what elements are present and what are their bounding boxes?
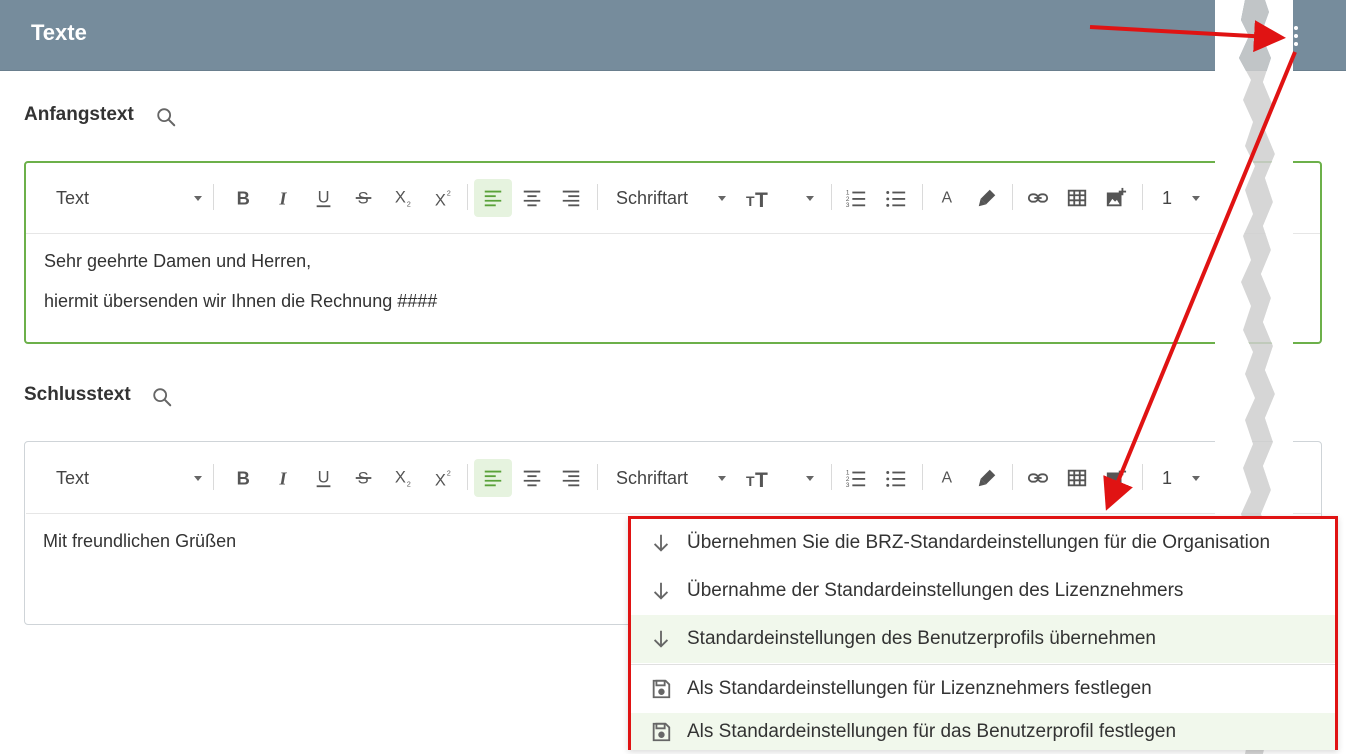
svg-text:T: T [755, 189, 768, 210]
highlight-icon[interactable] [969, 459, 1005, 497]
svg-text:B: B [237, 467, 250, 488]
menu-item-apply-profile-defaults[interactable]: Standardeinstellungen des Benutzerprofil… [631, 615, 1335, 663]
svg-text:3: 3 [846, 202, 850, 209]
arrow-down-icon [649, 579, 673, 603]
link-icon[interactable] [1020, 459, 1056, 497]
link-icon[interactable] [1020, 179, 1056, 217]
search-icon[interactable] [151, 386, 173, 408]
align-right-icon[interactable] [553, 459, 589, 497]
strikethrough-icon[interactable]: S [346, 179, 382, 217]
block-format-dropdown[interactable]: Text [46, 459, 206, 497]
panel-title: Texte [31, 20, 87, 45]
ordered-list-icon[interactable]: 123 [838, 459, 874, 497]
block-format-dropdown[interactable]: Text [46, 179, 206, 217]
superscript-icon[interactable]: X2 [426, 459, 462, 497]
editor-content-line: Mit freundlichen Grüßen [43, 531, 237, 551]
ordered-list-icon[interactable]: 123 [838, 179, 874, 217]
svg-text:U: U [318, 469, 330, 487]
panel-header: Texte [0, 0, 1346, 71]
editor-anfangstext[interactable]: Text B I U S X2 X2 [24, 161, 1322, 344]
align-center-icon[interactable] [514, 459, 550, 497]
arrow-down-icon [649, 627, 673, 651]
svg-text:2: 2 [447, 468, 451, 477]
svg-text:X: X [395, 469, 406, 487]
menu-item-save-profile-defaults[interactable]: Als Standardeinstellungen für das Benutz… [631, 713, 1335, 750]
image-icon[interactable] [1098, 179, 1134, 217]
search-icon[interactable] [155, 106, 177, 128]
align-left-icon[interactable] [474, 459, 512, 497]
bullet-list-icon[interactable] [878, 179, 914, 217]
svg-text:I: I [278, 468, 287, 488]
svg-text:2: 2 [407, 479, 411, 488]
svg-text:X: X [435, 471, 446, 489]
align-center-icon[interactable] [514, 179, 550, 217]
svg-text:X: X [395, 189, 406, 207]
svg-text:T: T [746, 473, 755, 489]
font-size-dropdown[interactable]: TT [738, 179, 818, 217]
font-family-dropdown[interactable]: Schriftart [606, 179, 730, 217]
table-icon[interactable] [1059, 179, 1095, 217]
table-icon[interactable] [1059, 459, 1095, 497]
svg-text:A: A [942, 470, 953, 487]
svg-text:3: 3 [846, 482, 850, 489]
editor-toolbar: Text B I U S X2 X2 [26, 163, 1320, 234]
section-label-anfangstext: Anfangstext [24, 104, 134, 125]
svg-text:A: A [942, 190, 953, 207]
more-vertical-icon[interactable] [1284, 22, 1308, 50]
line-height-dropdown[interactable]: 1 [1150, 459, 1206, 497]
menu-item-save-licensee-defaults[interactable]: Als Standardeinstellungen für Lizenznehm… [631, 665, 1335, 713]
highlight-icon[interactable] [969, 179, 1005, 217]
defaults-menu: Übernehmen Sie die BRZ-Standardeinstellu… [628, 516, 1338, 750]
svg-text:U: U [318, 189, 330, 207]
subscript-icon[interactable]: X2 [386, 179, 422, 217]
text-color-icon[interactable]: A [930, 179, 966, 217]
svg-text:X: X [435, 191, 446, 209]
svg-text:T: T [755, 469, 768, 490]
align-left-icon[interactable] [474, 179, 512, 217]
svg-text:2: 2 [407, 199, 411, 208]
menu-item-apply-licensee-defaults[interactable]: Übernahme der Standardeinstellungen des … [631, 567, 1335, 615]
svg-text:B: B [237, 187, 250, 208]
strikethrough-icon[interactable]: S [346, 459, 382, 497]
bold-icon[interactable]: B [225, 179, 261, 217]
text-color-icon[interactable]: A [930, 459, 966, 497]
italic-icon[interactable]: I [266, 459, 302, 497]
save-icon [649, 720, 673, 744]
font-size-dropdown[interactable]: TT [738, 459, 818, 497]
superscript-icon[interactable]: X2 [426, 179, 462, 217]
bullet-list-icon[interactable] [878, 459, 914, 497]
underline-icon[interactable]: U [306, 459, 342, 497]
arrow-down-icon [649, 531, 673, 555]
editor-content-line: hiermit übersenden wir Ihnen die Rechnun… [44, 291, 438, 311]
italic-icon[interactable]: I [266, 179, 302, 217]
line-height-dropdown[interactable]: 1 [1150, 179, 1206, 217]
subscript-icon[interactable]: X2 [386, 459, 422, 497]
bold-icon[interactable]: B [225, 459, 261, 497]
underline-icon[interactable]: U [306, 179, 342, 217]
image-icon[interactable] [1098, 459, 1134, 497]
menu-item-apply-brz-defaults[interactable]: Übernehmen Sie die BRZ-Standardeinstellu… [631, 519, 1335, 567]
svg-text:T: T [746, 193, 755, 209]
save-icon [649, 677, 673, 701]
align-right-icon[interactable] [553, 179, 589, 217]
svg-text:2: 2 [447, 188, 451, 197]
editor-content-line: Sehr geehrte Damen und Herren, [44, 251, 312, 271]
font-family-dropdown[interactable]: Schriftart [606, 459, 730, 497]
editor-toolbar: Text B I U S X2 X2 [26, 443, 1321, 514]
section-label-schlusstext: Schlusstext [24, 384, 131, 405]
svg-text:I: I [278, 188, 287, 208]
